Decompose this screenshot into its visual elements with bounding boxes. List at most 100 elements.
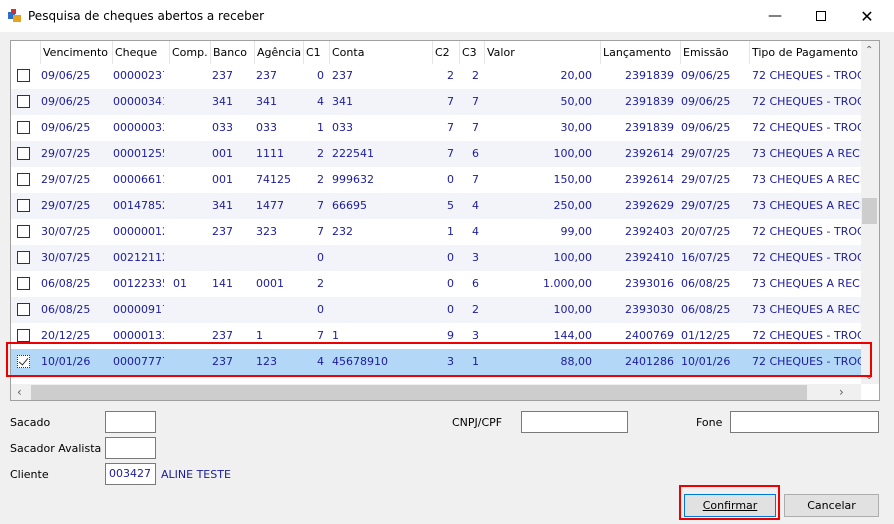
horizontal-scrollbar[interactable]: ‹ ›: [11, 384, 861, 400]
column-header[interactable]: Conta: [329, 41, 429, 64]
table-row[interactable]: 20/12/25 00000133 237 1 7 1 9 3 144,00 2400769 01/…: [11, 323, 861, 349]
scroll-left-icon[interactable]: ‹: [17, 385, 22, 399]
cell-c2: 9: [447, 329, 454, 342]
column-header[interactable]: Comp.: [169, 41, 209, 64]
row-checkbox[interactable]: [17, 303, 30, 316]
cell-vencimento: 06/08/25: [41, 277, 91, 290]
cell-ag-ncia: 341: [256, 95, 277, 108]
sacado-input[interactable]: [105, 411, 156, 433]
close-button[interactable]: ✕: [844, 0, 890, 32]
row-checkbox[interactable]: [17, 251, 30, 264]
vertical-scroll-thumb[interactable]: [862, 198, 877, 224]
row-checkbox[interactable]: [17, 95, 30, 108]
maximize-button[interactable]: [798, 0, 844, 32]
cell-lan-amento: 2393016: [625, 277, 674, 290]
scroll-up-icon[interactable]: ⌃: [865, 45, 873, 56]
cell-conta: [332, 271, 428, 297]
cell-c3: 4: [472, 199, 479, 212]
row-checkbox[interactable]: [17, 355, 30, 368]
cell-c3: 7: [472, 95, 479, 108]
cell-lan-amento: 2401286: [625, 355, 674, 368]
cell-c3: 1: [472, 355, 479, 368]
table-row[interactable]: 29/07/25 00147852 341 1477 7 66695 5 4 250,00 239…: [11, 193, 861, 219]
cnpj-cpf-input[interactable]: [521, 411, 628, 433]
cell-c1: 4: [317, 95, 324, 108]
row-checkbox[interactable]: [17, 225, 30, 238]
cell-comp-: [173, 219, 209, 245]
cell-conta: 1: [332, 329, 339, 342]
row-checkbox[interactable]: [17, 147, 30, 160]
table-row[interactable]: 30/07/25 00000012 237 323 7 232 1 4 99,00 2392403…: [11, 219, 861, 245]
table-row[interactable]: 30/07/25 00212112 0 0 3 100,00 2392410 16/07/25…: [11, 245, 861, 271]
column-header[interactable]: Banco: [210, 41, 252, 64]
row-checkbox[interactable]: [17, 199, 30, 212]
confirm-label: Confirmar: [702, 499, 758, 512]
column-header[interactable]: Agência: [254, 41, 302, 64]
cell-conta: 222541: [332, 147, 374, 160]
cell-vencimento: 09/06/25: [41, 95, 91, 108]
row-checkbox[interactable]: [17, 69, 30, 82]
cell-emiss-o: 06/08/25: [681, 303, 731, 316]
column-header[interactable]: C1: [303, 41, 328, 64]
column-header[interactable]: C3: [459, 41, 483, 64]
cell-cheque: 00000133: [113, 329, 164, 342]
column-header[interactable]: Tipo de Pagamento: [749, 41, 861, 64]
cell-lan-amento: 2392403: [625, 225, 674, 238]
cell-tipo-de-pagamento: 72 CHEQUES - TROCO: [752, 355, 861, 368]
column-header[interactable]: Vencimento: [40, 41, 110, 64]
cliente-label: Cliente: [10, 468, 49, 481]
cell-c2: 0: [447, 277, 454, 290]
close-icon: ✕: [860, 6, 874, 26]
row-checkbox[interactable]: [17, 173, 30, 186]
app-icon: [8, 9, 21, 22]
table-row[interactable]: 10/01/26 00007777 237 123 4 45678910 3 1 88,00 24…: [11, 349, 861, 375]
table-row[interactable]: 29/07/25 00006611 001 74125 2 999632 0 7 150,00 2…: [11, 167, 861, 193]
table-row[interactable]: 09/06/25 00000033 033 033 1 033 7 7 30,00 2391839…: [11, 115, 861, 141]
horizontal-scroll-thumb[interactable]: [31, 385, 807, 400]
scroll-down-icon[interactable]: ⌄: [865, 371, 873, 382]
column-header[interactable]: Emissão: [680, 41, 748, 64]
cell-ag-ncia: 1111: [256, 147, 284, 160]
cell-tipo-de-pagamento: 72 CHEQUES - TROCO: [752, 95, 861, 108]
sacador-avalista-input[interactable]: [105, 437, 156, 459]
scroll-right-icon[interactable]: ›: [839, 385, 844, 399]
cell-vencimento: 06/08/25: [41, 303, 91, 316]
cell-cheque: 00000341: [113, 95, 164, 108]
table-row[interactable]: 09/06/25 00000341 341 341 4 341 7 7 50,00 2391839…: [11, 89, 861, 115]
cell-lan-amento: 2392614: [625, 173, 674, 186]
cell-valor: 100,00: [553, 303, 593, 316]
cell-c3: 6: [472, 277, 479, 290]
cliente-code-input[interactable]: 003427: [105, 463, 156, 485]
cell-ag-ncia: 0001: [256, 277, 284, 290]
cell-c1: 0: [317, 69, 324, 82]
cell-c1: 1: [317, 121, 324, 134]
confirm-button[interactable]: Confirmar: [684, 494, 776, 517]
cell-emiss-o: 09/06/25: [681, 121, 731, 134]
row-checkbox[interactable]: [17, 277, 30, 290]
cell-c3: 3: [472, 329, 479, 342]
column-header[interactable]: Cheque: [112, 41, 167, 64]
table-row[interactable]: 06/08/25 00122335 01 141 0001 2 0 6 1.000,00 2393…: [11, 271, 861, 297]
cancel-button[interactable]: Cancelar: [784, 494, 879, 517]
cell-emiss-o: 06/08/25: [681, 277, 731, 290]
cell-comp-: [173, 63, 209, 89]
cell-ag-ncia: 1477: [256, 199, 284, 212]
minimize-button[interactable]: —: [752, 0, 798, 32]
row-checkbox[interactable]: [17, 329, 30, 342]
vertical-scrollbar[interactable]: ⌃ ⌄: [861, 41, 879, 384]
table-row[interactable]: 06/08/25 00000917 0 0 2 100,00 2393030 06/08/25…: [11, 297, 861, 323]
window-title: Pesquisa de cheques abertos a receber: [28, 9, 265, 23]
fone-input[interactable]: [730, 411, 879, 433]
column-header[interactable]: C2: [432, 41, 458, 64]
table-row[interactable]: 09/06/25 00000237 237 237 0 237 2 2 20,00 2391839…: [11, 63, 861, 89]
cheques-grid[interactable]: Vencimento Cheque Comp. Banco Agência C1 Conta…: [10, 40, 880, 401]
cell-c2: 7: [447, 95, 454, 108]
cell-cheque: 00147852: [113, 199, 164, 212]
column-header[interactable]: Valor: [484, 41, 596, 64]
row-checkbox[interactable]: [17, 121, 30, 134]
title-bar: Pesquisa de cheques abertos a receber — …: [0, 0, 894, 32]
column-header[interactable]: Lançamento: [600, 41, 678, 64]
table-row[interactable]: 29/07/25 00001255 001 1111 2 222541 7 6 100,00 23…: [11, 141, 861, 167]
cell-banco: 033: [212, 121, 233, 134]
cell-valor: 50,00: [560, 95, 593, 108]
